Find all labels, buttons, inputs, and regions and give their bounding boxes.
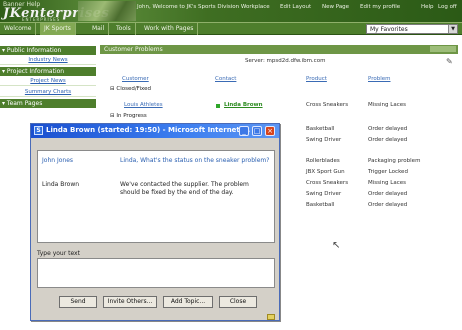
table-cell-product: JBX Sport Gun [306,169,345,175]
welcome-text: John, Welcome to JK's Sports Division Wo… [137,4,270,10]
table-cell-problem: Order delayed [368,137,408,143]
edit-profile-link[interactable]: Edit my profile [360,4,400,10]
chat-message: Linda, What's the status on the sneaker … [120,157,270,164]
group-closed-fixed[interactable]: ⊟ Closed/Fixed [110,86,151,92]
tab-jk-sports[interactable]: JK Sports [40,23,76,35]
table-cell-product: Cross Sneakers [306,102,349,108]
top-banner: Banner Help JKenterprises ENTERPRISES Jo… [0,0,462,22]
add-topic-button[interactable]: Add Topic... [163,296,213,308]
table-cell-product: Cross Sneakers [306,180,349,186]
table-cell-problem: Trigger Locked [368,169,408,175]
tab-tools[interactable]: Tools [112,23,136,35]
sidebar-section-team-pages[interactable]: ▾ Team Pages [0,99,96,108]
chat-transcript[interactable]: John Jones Linda, What's the status on t… [37,150,275,243]
chat-window-title: Linda Brown (started: 19:50) - Microsoft… [46,126,251,134]
table-cell-product: Basketball [306,126,335,132]
column-header-product[interactable]: Product [306,76,327,82]
type-text-label: Type your text [37,250,80,257]
table-cell-problem: Order delayed [368,191,408,197]
table-cell-product: Basketball [306,202,335,208]
contact-link-linda-brown[interactable]: Linda Brown [224,102,263,108]
sidebar-item-industry-news[interactable]: Industry News [0,56,96,65]
portlet-title-bar: Customer Problems [100,45,458,54]
portlet-title: Customer Problems [104,46,163,53]
table-cell-product: Swing Driver [306,137,342,143]
favorites-select[interactable]: My Favorites ▼ [366,24,458,34]
table-cell-customer[interactable]: Louis Athletes [124,102,163,108]
column-header-customer[interactable]: Customer [122,76,149,82]
close-button[interactable]: Close [219,296,257,308]
column-header-problem[interactable]: Problem [368,76,391,82]
invite-others-button[interactable]: Invite Others... [103,296,157,308]
tab-mail[interactable]: Mail [88,23,110,35]
pin-icon[interactable]: ✎ [446,57,453,66]
chat-speaker: Linda Brown [42,181,80,188]
mouse-cursor-icon: ↖ [332,240,341,251]
column-header-contact[interactable]: Contact [215,76,236,82]
online-status-icon [216,104,220,108]
favorites-value: My Favorites [370,26,408,33]
table-cell-problem: Missing Laces [368,180,406,186]
chat-message: We've contacted the supplier. The proble… [120,181,249,196]
chat-window: S Linda Brown (started: 19:50) - Microso… [30,123,280,321]
chat-app-icon: S [34,126,43,135]
group-in-progress[interactable]: ⊟ In Progress [110,113,147,119]
help-link[interactable]: Help [421,4,434,10]
minimize-icon[interactable]: _ [239,126,249,136]
table-cell-problem: Order delayed [368,202,408,208]
chat-speaker: John Jones [42,157,74,164]
table-cell-product: Swing Driver [306,191,342,197]
edit-layout-link[interactable]: Edit Layout [280,4,311,10]
table-cell-problem: Missing Laces [368,102,406,108]
sidebar-item-project-news[interactable]: Project News [0,77,96,86]
table-cell-problem: Packaging problem [368,158,421,164]
portlet-controls[interactable] [430,46,456,52]
table-cell-problem: Order delayed [368,126,408,132]
nav-bar: Welcome JK Sports Mail Tools Work with P… [0,22,462,35]
table-cell-product: Rollerblades [306,158,340,164]
send-button[interactable]: Send [59,296,97,308]
sidebar-section-public-information[interactable]: ▾ Public Information [0,46,96,55]
server-label: Server: mpsd2d.dfw.ibm.com [245,58,326,64]
new-page-link[interactable]: New Page [322,4,349,10]
tab-work-with-pages[interactable]: Work with Pages [140,23,199,35]
message-input[interactable] [37,258,275,288]
log-off-link[interactable]: Log off [438,4,457,10]
chat-window-title-bar[interactable]: S Linda Brown (started: 19:50) - Microso… [31,124,279,138]
close-icon[interactable]: × [265,126,275,136]
sidebar-item-summary-charts[interactable]: Summary Charts [0,88,96,97]
sidebar-section-project-information[interactable]: ▾ Project Information [0,67,96,76]
chevron-down-icon[interactable]: ▼ [448,25,457,33]
banner-photo [78,1,136,21]
maximize-icon[interactable]: □ [252,126,262,136]
resize-grip-icon[interactable] [267,314,275,320]
tab-welcome[interactable]: Welcome [0,23,37,35]
